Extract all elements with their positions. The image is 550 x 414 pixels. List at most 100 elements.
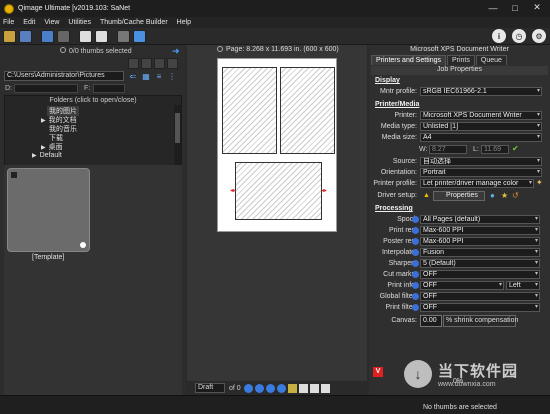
copy-icon[interactable] [309, 383, 319, 393]
properties-button[interactable]: Properties [433, 191, 485, 201]
edit-out-icon[interactable] [95, 29, 108, 43]
save-icon[interactable] [19, 29, 32, 43]
quality-select[interactable]: Draft [195, 383, 225, 393]
dropdown-arrow-icon: ▾ [536, 158, 540, 164]
shrink-compensation-button[interactable]: % shrink compensation [443, 315, 518, 327]
length-field[interactable]: 11.69 [481, 145, 509, 154]
v-badge-icon[interactable] [412, 260, 419, 267]
interpolate-select[interactable]: Fusion ▾ [420, 248, 540, 257]
thumbs-selected[interactable]: 0/0 thumbs selected [60, 47, 132, 55]
print-res-select[interactable]: Max-600 PPI ▾ [420, 226, 540, 235]
width-field[interactable]: 8.27 [429, 145, 467, 154]
global-filter-select[interactable]: OFF ▾ [420, 292, 540, 301]
filter-label: F: [84, 85, 91, 92]
source-select[interactable]: 自动选择 ▾ [420, 157, 542, 166]
media-size-select[interactable]: A4 ▾ [420, 133, 542, 142]
folders-header[interactable]: Folders (click to open/close) [5, 96, 181, 105]
settings-icon[interactable]: ⚙ [532, 29, 546, 43]
v-badge-icon[interactable] [412, 271, 419, 278]
printer-profile-select[interactable]: Let printer/driver manage color ▾ [420, 179, 534, 188]
template-thumbnail[interactable] [7, 168, 90, 252]
crop-icon[interactable] [287, 383, 297, 393]
drive-field[interactable] [14, 84, 78, 93]
monitor-icon[interactable] [41, 29, 54, 43]
job-properties-button[interactable]: Job Properties [371, 66, 548, 75]
menu-utilities[interactable]: Utilities [68, 19, 91, 26]
v-badge-icon[interactable] [412, 238, 419, 245]
dropdown-arrow-icon: ▾ [536, 88, 540, 94]
edit-in-icon[interactable] [79, 29, 92, 43]
grid-icon[interactable] [57, 29, 70, 43]
close-button[interactable]: ✕ [526, 0, 548, 15]
cut-marks-select[interactable]: OFF ▾ [420, 270, 540, 279]
arrow-right-icon[interactable]: ➜ [172, 46, 182, 56]
folder-item[interactable]: ▶ Default [32, 152, 62, 159]
canvas-field[interactable]: 0.00 [420, 315, 442, 327]
menu-thumb-cache-builder[interactable]: Thumb/Cache Builder [100, 19, 168, 26]
orientation-select[interactable]: Portrait ▾ [420, 168, 542, 177]
tab-printers-settings[interactable]: Printers and Settings [371, 55, 446, 65]
sharpen-select[interactable]: 5 (Default) ▾ [420, 259, 540, 268]
image-placeholder[interactable] [235, 162, 322, 220]
v-badge-icon[interactable] [412, 249, 419, 256]
v-badge-icon[interactable] [412, 227, 419, 234]
tab-queue[interactable]: Queue [475, 55, 507, 65]
add-icon[interactable] [154, 58, 165, 69]
v-badge-icon[interactable] [412, 216, 419, 223]
path-field[interactable]: C:\Users\Administrator\Pictures [4, 71, 124, 81]
dropdown-arrow-icon: ▾ [534, 271, 538, 277]
v-logo-icon[interactable]: V [373, 367, 383, 377]
list-icon[interactable]: ≡ [154, 72, 164, 81]
folder-down-icon[interactable] [141, 58, 152, 69]
menu-help[interactable]: Help [177, 19, 191, 26]
clock-icon[interactable]: ◷ [512, 29, 526, 43]
back-arrow-icon[interactable]: ⇐ [128, 72, 138, 81]
undo-icon[interactable]: ↺ [512, 191, 519, 200]
monitor-profile-select[interactable]: sRGB IEC61966-2.1 ▾ [420, 87, 542, 96]
first-page-icon[interactable] [243, 383, 253, 393]
open-folder-icon[interactable] [3, 29, 16, 43]
image-placeholder[interactable] [222, 67, 277, 154]
layout-icon[interactable] [133, 29, 146, 43]
print-icon[interactable] [320, 383, 330, 393]
page-icon[interactable] [298, 383, 308, 393]
spool-select[interactable]: All Pages (default) ▾ [420, 215, 540, 224]
globe-icon[interactable]: ● [490, 191, 495, 200]
v-badge-icon[interactable] [412, 304, 419, 311]
batch-icon[interactable] [117, 29, 130, 43]
print-info-select[interactable]: OFF ▾ [420, 281, 504, 290]
check-icon[interactable]: ✔ [512, 144, 519, 153]
page-radio-icon[interactable] [217, 46, 223, 52]
info-icon[interactable]: i [492, 29, 506, 43]
poster-res-select[interactable]: Max-600 PPI ▾ [420, 237, 540, 246]
print-info-side-select[interactable]: Left ▾ [506, 281, 540, 290]
preview-panel: Page: 8.268 x 11.693 in. (600 x 600) ◂▸ … [187, 45, 367, 395]
prev-page-icon[interactable] [254, 383, 264, 393]
print-filter-select[interactable]: OFF ▾ [420, 303, 540, 312]
add-alt-icon[interactable] [167, 58, 178, 69]
folder-icon[interactable]: ▦ [141, 72, 151, 81]
printer-select[interactable]: Microsoft XPS Document Writer ▾ [420, 111, 542, 120]
folder-up-icon[interactable] [128, 58, 139, 69]
image-placeholder[interactable] [280, 67, 335, 154]
v-badge-icon[interactable] [412, 293, 419, 300]
select-radio-icon[interactable] [60, 47, 66, 53]
wand-icon[interactable]: ✦ [536, 178, 543, 187]
next-page-icon[interactable] [265, 383, 275, 393]
star-icon[interactable]: ★ [501, 191, 508, 200]
filter-field[interactable] [93, 84, 125, 93]
tab-prints[interactable]: Prints [446, 55, 475, 65]
maximize-button[interactable]: □ [504, 0, 526, 15]
menu-view[interactable]: View [44, 19, 59, 26]
minimize-button[interactable]: — [482, 0, 504, 15]
scrollbar-thumb[interactable] [175, 113, 180, 143]
page-preview[interactable]: ◂▸ ◂▸ [217, 58, 337, 232]
media-type-select[interactable]: Unlisted [1] ▾ [420, 122, 542, 131]
tree-icon[interactable]: ⋮ [167, 72, 177, 81]
v-badge-icon[interactable] [412, 282, 419, 289]
thumb-dot-icon[interactable] [80, 242, 86, 248]
menu-file[interactable]: File [3, 19, 14, 26]
last-page-icon[interactable] [276, 383, 286, 393]
folder-item[interactable]: ▶ 桌面 [41, 142, 63, 152]
menu-edit[interactable]: Edit [23, 19, 35, 26]
